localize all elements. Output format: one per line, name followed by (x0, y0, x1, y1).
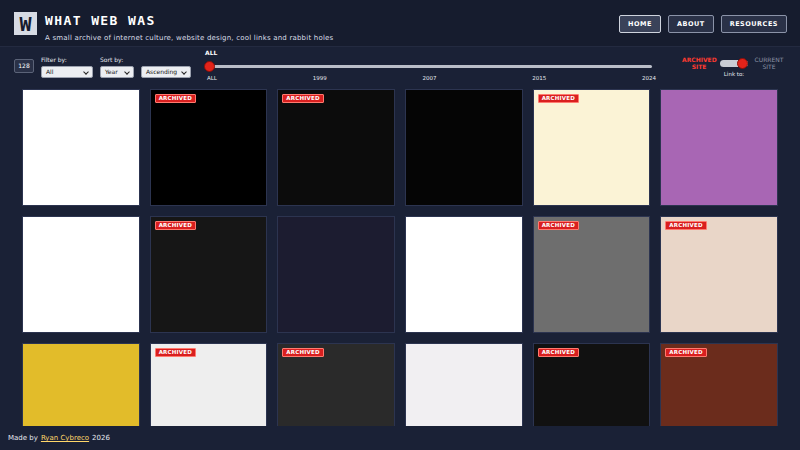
timeline-value: ALL (205, 49, 656, 57)
archived-badge: ARCHIVED (155, 94, 196, 103)
order-select[interactable]: Ascending (141, 66, 191, 78)
archived-badge: ARCHIVED (665, 221, 706, 230)
archived-badge: ARCHIVED (155, 348, 196, 357)
footer-prefix: Made by (8, 434, 38, 442)
site-card[interactable] (277, 216, 395, 333)
link-toggle: ARCHIVED SITE Link to: CURRENT SITE (682, 56, 786, 77)
sort-select[interactable]: Year (100, 66, 134, 78)
footer-year: 2026 (92, 434, 110, 442)
timeline-knob[interactable] (204, 61, 215, 72)
site-card[interactable]: ARCHIVED (660, 216, 778, 333)
sort-group: Sort by: Year (100, 56, 134, 78)
archived-badge: ARCHIVED (538, 221, 579, 230)
site-card[interactable]: ARCHIVED (533, 216, 651, 333)
archived-badge: ARCHIVED (538, 348, 579, 357)
site-card[interactable] (405, 216, 523, 333)
archived-badge: ARCHIVED (155, 221, 196, 230)
timeline-track-area (205, 60, 656, 74)
site-card[interactable] (405, 343, 523, 426)
site-subtitle: A small archive of internet culture, web… (45, 34, 333, 42)
site-card[interactable] (22, 343, 140, 426)
nav-button[interactable]: RESOURCES (721, 15, 787, 33)
site-card[interactable] (22, 89, 140, 206)
link-option[interactable]: ARCHIVED SITE (682, 56, 716, 70)
site-grid: ARCHIVED ARCHIVED ARCHIVED ARCHIVED ARCHIVED… (0, 87, 800, 426)
filter-group: Filter by: All (41, 56, 93, 78)
site-card[interactable]: ARCHIVED (150, 216, 268, 333)
timeline-tick: 2015 (532, 75, 546, 81)
nav-button[interactable]: HOME (619, 15, 661, 33)
site-card[interactable]: ARCHIVED (660, 343, 778, 426)
archived-badge: ARCHIVED (665, 348, 706, 357)
header: W WHAT WEB WAS A small archive of internet… (0, 0, 800, 47)
switch-column: Link to: (720, 56, 748, 77)
site-card[interactable]: ARCHIVED (533, 343, 651, 426)
link-switch-knob[interactable] (737, 58, 748, 69)
site-title[interactable]: WHAT WEB WAS (45, 13, 333, 29)
timeline-track[interactable] (209, 65, 652, 68)
filter-label: Filter by: (41, 56, 93, 64)
site-card[interactable]: ARCHIVED (150, 343, 268, 426)
timeline-tick: 2024 (642, 75, 656, 81)
timeline-tick: 2007 (422, 75, 436, 81)
site-card[interactable]: ARCHIVED (277, 343, 395, 426)
nav-bar: HOME ABOUT RESOURCES (619, 15, 787, 33)
sort-label: Sort by: (100, 56, 134, 64)
nav-button[interactable]: ABOUT (668, 15, 714, 33)
site-card[interactable] (22, 216, 140, 333)
author-link[interactable]: Ryan Cybreco (41, 434, 89, 442)
footer: Made byRyan Cybreco2026 (0, 426, 800, 450)
link-option[interactable]: CURRENT SITE (752, 56, 786, 70)
archived-badge: ARCHIVED (282, 94, 323, 103)
order-group: Ascending (141, 56, 191, 78)
timeline-ticks: ALL 1999 2007 2015 2024 (205, 75, 656, 81)
site-card[interactable]: ARCHIVED (533, 89, 651, 206)
archived-badge: ARCHIVED (282, 348, 323, 357)
link-switch[interactable] (720, 60, 748, 67)
controls-bar: 128 Filter by: All Sort by: Year Ascending ALL… (0, 47, 800, 87)
timeline-tick: ALL (207, 75, 217, 81)
filter-select[interactable]: All (41, 66, 93, 78)
logo[interactable]: W (14, 12, 37, 35)
site-card[interactable]: ARCHIVED (277, 89, 395, 206)
link-label: Link to: (724, 71, 744, 77)
site-card[interactable] (660, 89, 778, 206)
result-count: 128 (14, 59, 34, 73)
timeline-tick: 1999 (313, 75, 327, 81)
archived-badge: ARCHIVED (538, 94, 579, 103)
site-card[interactable]: ARCHIVED (150, 89, 268, 206)
site-card[interactable] (405, 89, 523, 206)
title-block: WHAT WEB WAS A small archive of internet … (45, 12, 333, 42)
timeline-slider: ALL ALL 1999 2007 2015 2024 (205, 49, 656, 81)
